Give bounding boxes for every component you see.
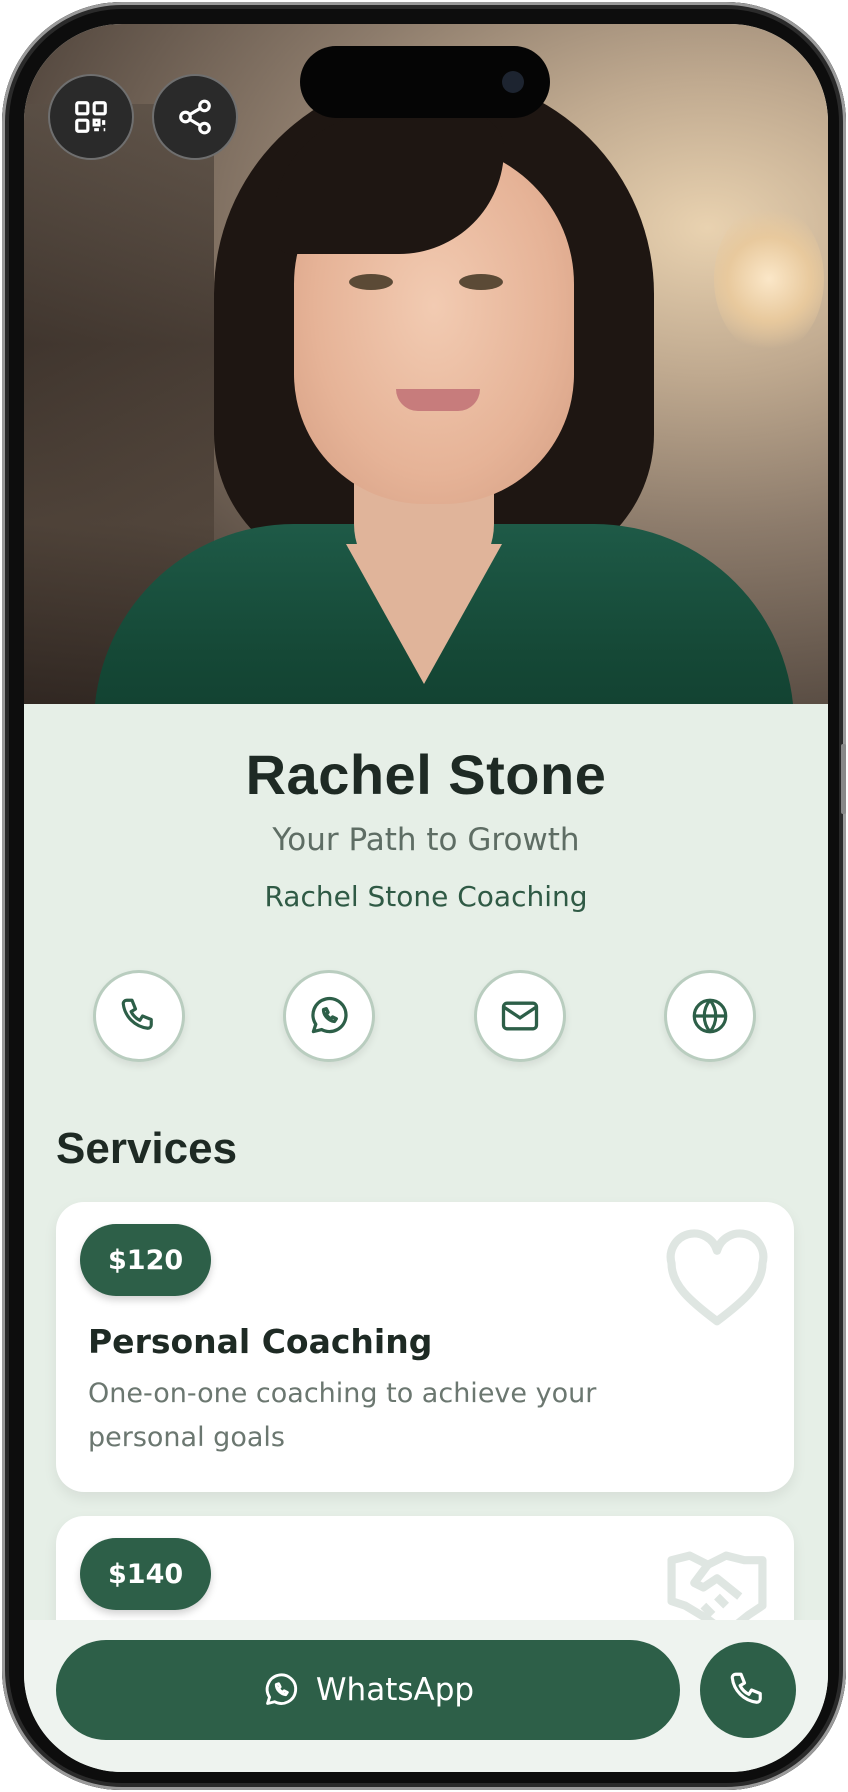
profile-name: Rachel Stone (245, 743, 607, 806)
call-contact-button[interactable] (93, 970, 185, 1062)
email-contact-button[interactable] (474, 970, 566, 1062)
share-button[interactable] (152, 74, 238, 160)
heart-icon (666, 1229, 768, 1326)
globe-icon (692, 998, 728, 1034)
whatsapp-button[interactable]: WhatsApp (56, 1640, 680, 1740)
screen: Rachel Stone Your Path to Growth Rachel … (24, 24, 828, 1772)
company-name: Rachel Stone Coaching (264, 880, 588, 913)
mail-icon (501, 1001, 539, 1031)
service-title: Personal Coaching (88, 1322, 433, 1361)
price-badge: $140 (80, 1538, 212, 1610)
qr-code-button[interactable] (48, 74, 134, 160)
website-contact-button[interactable] (664, 970, 756, 1062)
bottom-action-bar: WhatsApp (24, 1620, 828, 1772)
qr-code-icon (75, 101, 107, 133)
price-badge: $120 (80, 1224, 212, 1296)
profile-photo (24, 24, 828, 704)
service-description: One-on-one coaching to achieve your pers… (88, 1378, 597, 1453)
phone-frame: Rachel Stone Your Path to Growth Rachel … (2, 2, 846, 1790)
phone-icon (730, 1672, 762, 1704)
profile-tagline: Your Path to Growth (272, 822, 580, 858)
share-icon (179, 99, 211, 135)
phone-icon (121, 998, 153, 1030)
dynamic-island (300, 46, 550, 118)
whatsapp-button-label: WhatsApp (315, 1672, 475, 1708)
service-card[interactable]: $120 Personal Coaching One-on-one coachi… (56, 1202, 794, 1492)
side-button (841, 744, 846, 814)
services-heading: Services (56, 1124, 238, 1173)
whatsapp-icon (265, 1673, 297, 1705)
call-button[interactable] (700, 1642, 796, 1738)
whatsapp-icon (311, 996, 348, 1034)
whatsapp-contact-button[interactable] (283, 970, 375, 1062)
